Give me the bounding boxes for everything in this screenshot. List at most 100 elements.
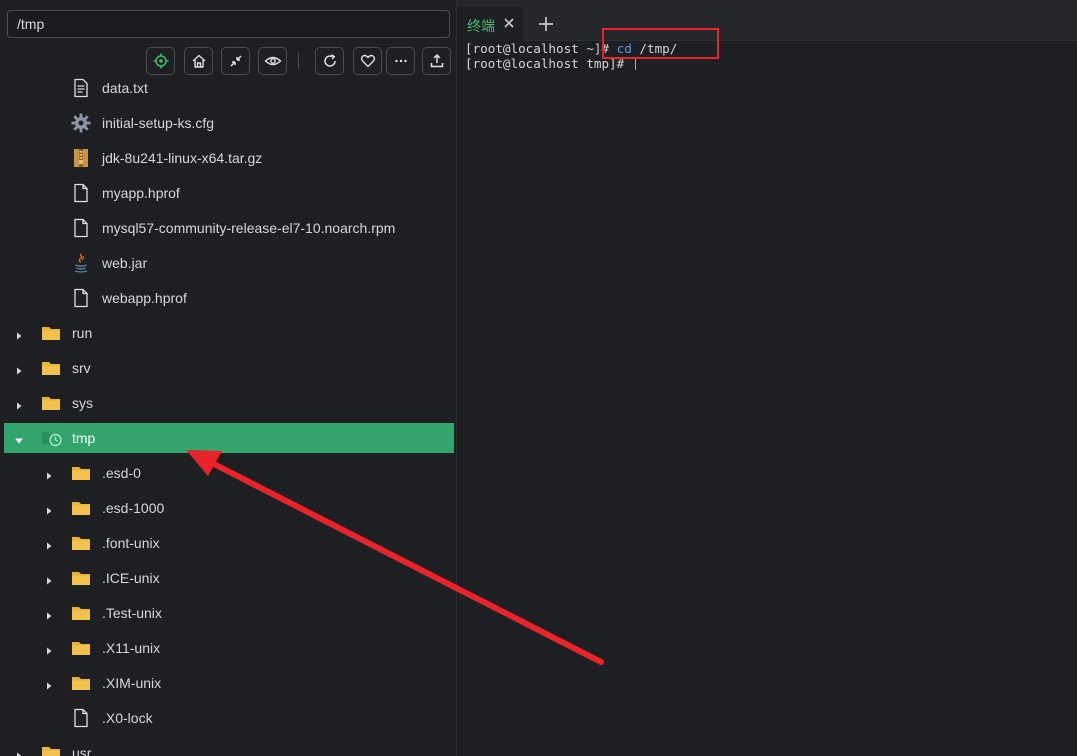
- close-icon[interactable]: [503, 17, 515, 29]
- chevron-down-icon[interactable]: [14, 433, 24, 444]
- chevron-right-icon[interactable]: [44, 643, 54, 655]
- tree-item-label: .Test-unix: [102, 605, 162, 621]
- tree-item[interactable]: .XIM-unix: [4, 668, 454, 698]
- tree-item-label: run: [72, 325, 93, 341]
- java-file-icon: [71, 253, 91, 273]
- chevron-right-icon[interactable]: [44, 538, 54, 550]
- folder-icon: [41, 358, 61, 378]
- chevron-right-icon[interactable]: [14, 328, 24, 340]
- tree-item[interactable]: myapp.hprof: [4, 178, 454, 208]
- folder-icon: [71, 603, 91, 623]
- folder-icon: [71, 533, 91, 553]
- gear-file-icon: [71, 113, 91, 133]
- tree-item[interactable]: mysql57-community-release-el7-10.noarch.…: [4, 213, 454, 243]
- path-input[interactable]: [7, 10, 450, 38]
- file-icon: [71, 288, 91, 308]
- tree-item[interactable]: web.jar: [4, 248, 454, 278]
- home-icon: [192, 54, 205, 68]
- tree-item-label: .ICE-unix: [102, 570, 160, 586]
- tab-terminal-label: 终端: [467, 19, 495, 35]
- tree-item[interactable]: data.txt: [4, 73, 454, 103]
- tree-item-label: .esd-1000: [102, 500, 165, 516]
- tree-item-label: webapp.hprof: [102, 290, 187, 306]
- file-icon: [71, 708, 91, 728]
- terminal-command: cd: [616, 41, 632, 56]
- upload-icon: [430, 53, 443, 68]
- tab-terminal[interactable]: 终端: [457, 7, 523, 41]
- terminal-line: [root@localhost tmp]#: [465, 56, 636, 71]
- eye-icon: [263, 56, 282, 66]
- app-window: data.txt initial-setup-ks.cfg jdk-8u241-li…: [0, 0, 1077, 756]
- chevron-right-icon[interactable]: [14, 363, 24, 375]
- tree-item-label: usr: [72, 745, 92, 756]
- tree-item-label: jdk-8u241-linux-x64.tar.gz: [102, 150, 263, 166]
- folder-icon: [41, 393, 61, 413]
- tree-item[interactable]: sys: [4, 388, 454, 418]
- folder-icon: [71, 638, 91, 658]
- folder-icon: [71, 498, 91, 518]
- tree-item[interactable]: .font-unix: [4, 528, 454, 558]
- terminal-output[interactable]: [root@localhost ~]# cd /tmp/ [root@local…: [457, 41, 1077, 756]
- tree-item[interactable]: .esd-0: [4, 458, 454, 488]
- chevron-right-icon[interactable]: [14, 748, 24, 756]
- tree-item-label: myapp.hprof: [102, 185, 180, 201]
- archive-file-icon: [71, 148, 91, 168]
- chevron-right-icon[interactable]: [14, 398, 24, 410]
- more-icon: [394, 59, 407, 63]
- tree-item[interactable]: initial-setup-ks.cfg: [4, 108, 454, 138]
- terminal-panel: 终端 [root@localhost ~]# cd /tmp/ [root@lo…: [457, 0, 1077, 756]
- text-file-icon: [71, 78, 91, 98]
- collapse-icon: [229, 55, 242, 67]
- tree-item[interactable]: usr: [4, 738, 454, 756]
- tree-item[interactable]: .X11-unix: [4, 633, 454, 663]
- tree-item-label: mysql57-community-release-el7-10.noarch.…: [102, 220, 396, 236]
- temp-folder-icon: [41, 428, 63, 448]
- tree-item-label: .font-unix: [102, 535, 160, 551]
- tree-item-label: data.txt: [102, 80, 148, 96]
- folder-icon: [71, 568, 91, 588]
- file-icon: [71, 218, 91, 238]
- tree-item-label: .esd-0: [102, 465, 141, 481]
- terminal-tabbar: 终端: [457, 7, 1077, 41]
- tree-item[interactable]: .esd-1000: [4, 493, 454, 523]
- folder-icon: [41, 323, 61, 343]
- terminal-args: /tmp/: [631, 41, 678, 56]
- tree-item[interactable]: srv: [4, 353, 454, 383]
- heart-icon: [360, 54, 375, 68]
- tree-item-label: web.jar: [102, 255, 148, 271]
- tree-item-label: tmp: [72, 430, 96, 446]
- tree-item-label: srv: [72, 360, 91, 376]
- file-tree: data.txt initial-setup-ks.cfg jdk-8u241-li…: [0, 70, 456, 756]
- refresh-icon: [323, 54, 336, 67]
- locate-icon: [153, 53, 168, 69]
- tree-item-label: .XIM-unix: [102, 675, 162, 691]
- title-strip: [457, 0, 1077, 7]
- chevron-right-icon[interactable]: [44, 503, 54, 515]
- terminal-prompt: [root@localhost ~]#: [465, 41, 617, 56]
- add-tab-icon[interactable]: [537, 15, 555, 33]
- tree-item[interactable]: jdk-8u241-linux-x64.tar.gz: [4, 143, 454, 173]
- tree-item-label: initial-setup-ks.cfg: [102, 115, 215, 131]
- folder-icon: [71, 463, 91, 483]
- chevron-right-icon[interactable]: [44, 608, 54, 620]
- folder-icon: [71, 673, 91, 693]
- terminal-prompt: [root@localhost tmp]#: [465, 56, 632, 71]
- tree-item-label: sys: [72, 395, 93, 411]
- chevron-right-icon[interactable]: [44, 678, 54, 690]
- tree-item[interactable]: .ICE-unix: [4, 563, 454, 593]
- tree-item[interactable]: run: [4, 318, 454, 348]
- folder-icon: [41, 743, 61, 756]
- tree-item[interactable]: .Test-unix: [4, 598, 454, 628]
- tree-item-label: .X11-unix: [102, 640, 161, 656]
- tree-item[interactable]: tmp: [4, 423, 454, 453]
- terminal-line: [root@localhost ~]# cd /tmp/: [465, 41, 677, 56]
- chevron-right-icon[interactable]: [44, 573, 54, 585]
- chevron-right-icon[interactable]: [44, 468, 54, 480]
- tree-item-label: .X0-lock: [102, 710, 153, 726]
- file-icon: [71, 183, 91, 203]
- file-tree-panel: data.txt initial-setup-ks.cfg jdk-8u241-li…: [0, 0, 457, 756]
- tree-item[interactable]: .X0-lock: [4, 703, 454, 733]
- toolbar-separator: [298, 53, 299, 69]
- tree-item[interactable]: webapp.hprof: [4, 283, 454, 313]
- terminal-cursor: [634, 57, 636, 70]
